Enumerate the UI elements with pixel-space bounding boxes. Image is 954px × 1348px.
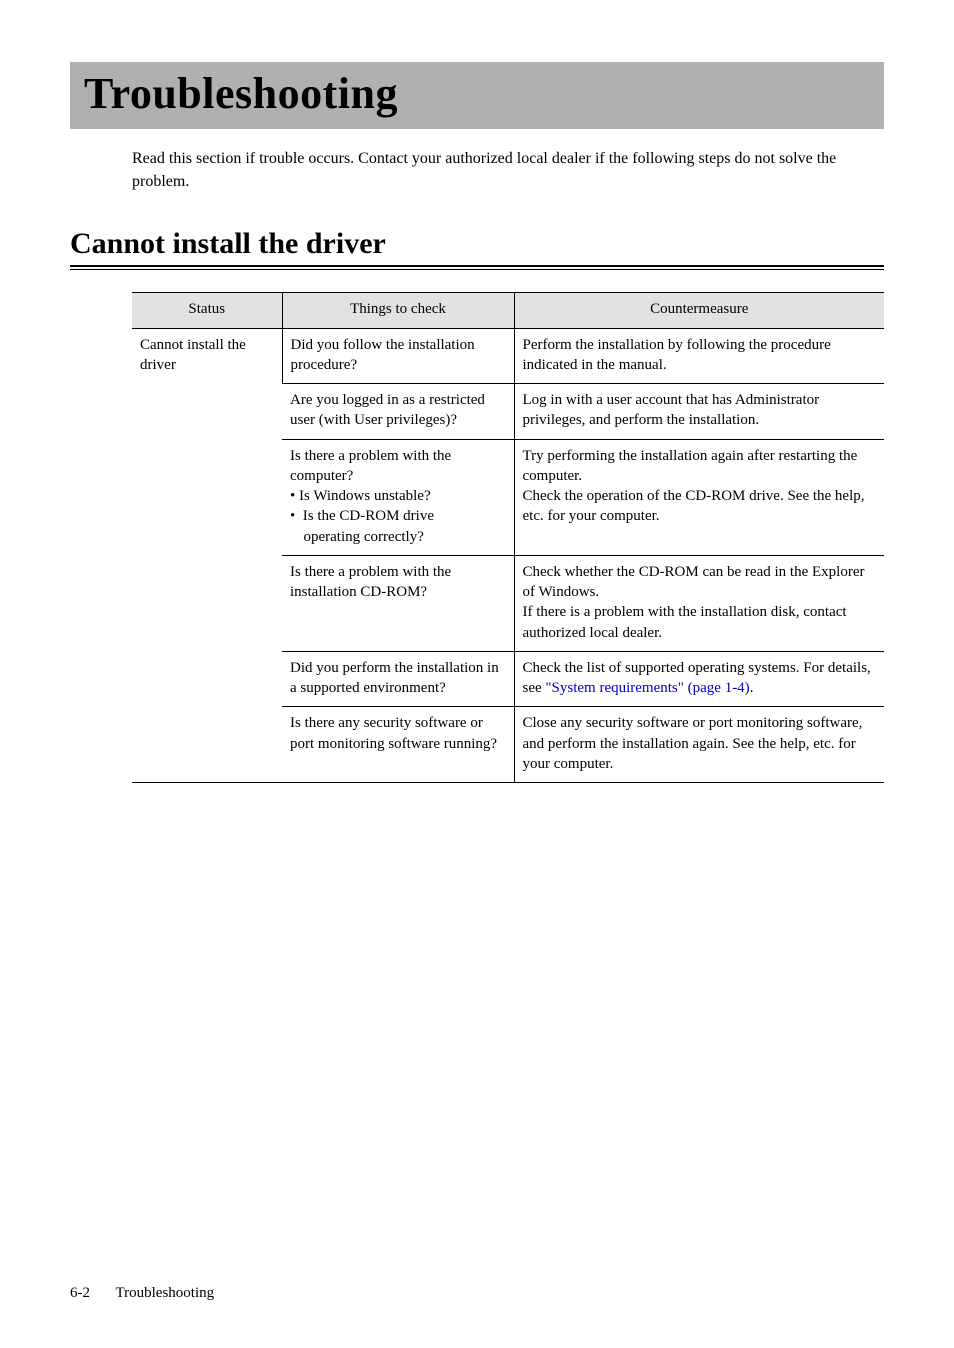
page-number: 6-2 <box>70 1285 90 1301</box>
footer-label: Troubleshooting <box>115 1285 214 1301</box>
table-header-row: Status Things to check Countermeasure <box>132 293 884 328</box>
things-cell: Is there a problem with the installation… <box>282 555 514 651</box>
col-status: Status <box>132 293 282 328</box>
things-cell: Are you logged in as a restricted user (… <box>282 384 514 440</box>
things-bullets: Is Windows unstable? Is the CD-ROM drive… <box>290 486 506 547</box>
status-cell: Cannot install the driver <box>132 328 282 783</box>
system-requirements-link[interactable]: "System requirements" (page 1-4) <box>545 680 749 696</box>
page-title-band: Troubleshooting <box>70 62 884 129</box>
intro-paragraph: Read this section if trouble occurs. Con… <box>132 147 884 193</box>
section-heading: Cannot install the driver <box>70 227 884 263</box>
things-cell: Did you perform the installation in a su… <box>282 651 514 707</box>
troubleshooting-table: Status Things to check Countermeasure Ca… <box>132 292 884 783</box>
things-lead: Is there a problem with the computer? <box>290 448 451 484</box>
things-cell: Is there any security software or port m… <box>282 707 514 783</box>
counter-cell: Log in with a user account that has Admi… <box>514 384 884 440</box>
col-things: Things to check <box>282 293 514 328</box>
bullet-item: Is Windows unstable? <box>290 486 506 506</box>
table-row: Cannot install the driver Did you follow… <box>132 328 884 384</box>
things-cell: Did you follow the installation procedur… <box>282 328 514 384</box>
bullet-line: operating correctly? <box>304 527 506 547</box>
bullet-line: Is the CD-ROM drive <box>303 508 434 524</box>
page-title: Troubleshooting <box>84 68 870 119</box>
bullet-item: Is the CD-ROM drive operating correctly? <box>290 506 506 547</box>
counter-cell: Check the list of supported operating sy… <box>514 651 884 707</box>
col-counter: Countermeasure <box>514 293 884 328</box>
counter-cell: Check whether the CD-ROM can be read in … <box>514 555 884 651</box>
counter-cell: Close any security software or port moni… <box>514 707 884 783</box>
things-cell: Is there a problem with the computer? Is… <box>282 439 514 555</box>
counter-post: . <box>750 680 754 696</box>
page-footer: 6-2 Troubleshooting <box>70 1285 214 1302</box>
counter-cell: Perform the installation by following th… <box>514 328 884 384</box>
section-rule <box>70 265 884 270</box>
counter-cell: Try performing the installation again af… <box>514 439 884 555</box>
